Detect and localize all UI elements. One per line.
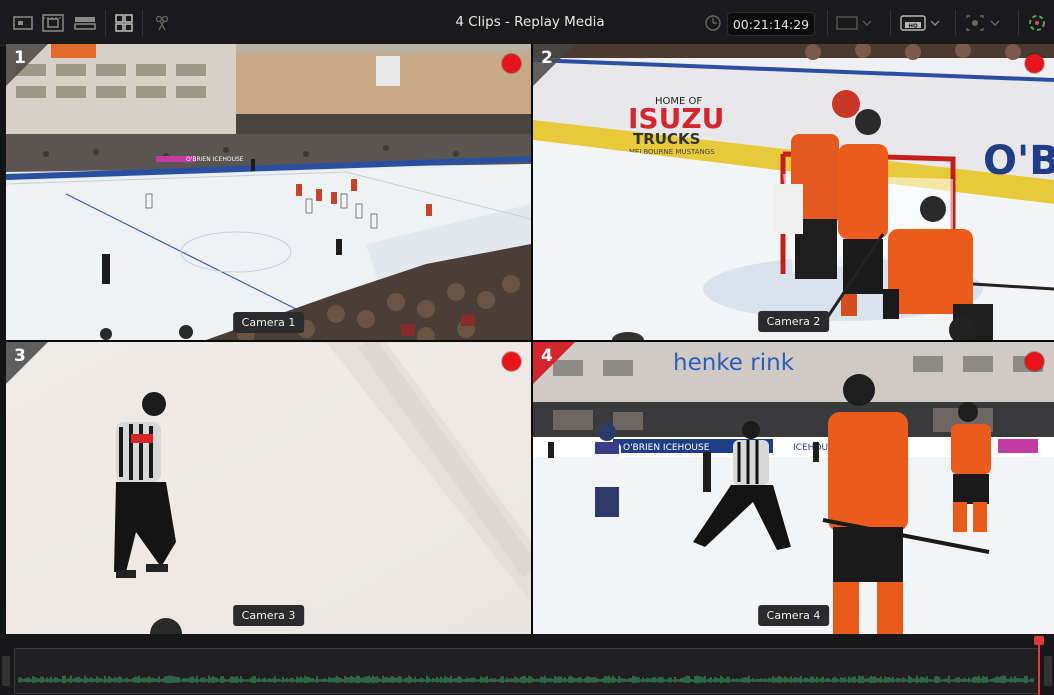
playhead-flag[interactable] xyxy=(1034,636,1044,645)
multiview-icon[interactable] xyxy=(112,10,136,36)
tracker-dropdown[interactable] xyxy=(964,10,1000,36)
separator xyxy=(1018,10,1019,36)
separator xyxy=(142,10,143,36)
record-indicator xyxy=(1025,54,1044,73)
camera-4-feed: henke rink O'BRIEN ICEHOUSE ICEHOUSE xyxy=(533,342,1054,634)
obrien-board-text: O'BRIEN ICEHOUSE xyxy=(186,156,244,163)
timecode-display: 00:21:14:29 xyxy=(727,12,815,36)
camera-label: Camera 3 xyxy=(232,605,305,626)
timeline-scroll-right[interactable] xyxy=(1044,656,1052,686)
camera-tile-1[interactable]: O'BRIEN ICEHOUSE 1 Camera 1 xyxy=(6,44,531,340)
timeline-track[interactable] xyxy=(14,648,1040,694)
separator xyxy=(827,10,828,36)
camera-tile-4[interactable]: henke rink O'BRIEN ICEHOUSE ICEHOUSE xyxy=(533,342,1054,634)
camera-label: Camera 2 xyxy=(757,311,830,332)
tile-number: 1 xyxy=(14,48,26,68)
obrien-sign: O'B xyxy=(983,138,1054,184)
quality-dropdown[interactable]: HQ xyxy=(900,10,940,36)
window-title: 4 Clips - Replay Media xyxy=(455,14,605,30)
chevron-down-icon xyxy=(930,20,940,26)
obrien-board-4: O'BRIEN ICEHOUSE xyxy=(623,443,710,453)
timeline xyxy=(0,634,1054,695)
henke-sign: henke rink xyxy=(673,350,795,376)
quality-label: HQ xyxy=(908,24,918,30)
camera-label: Camera 1 xyxy=(232,312,305,333)
record-indicator xyxy=(502,54,521,73)
camera-label: Camera 4 xyxy=(757,605,830,626)
tile-number: 4 xyxy=(541,346,553,366)
chevron-down-icon xyxy=(990,20,1000,26)
toolbar: 4 Clips - Replay Media 00:21:14:29 HQ xyxy=(0,0,1054,46)
multiview-grid: O'BRIEN ICEHOUSE 1 Camera 1 HOME OF ISUZ… xyxy=(6,44,1054,634)
layout-dropdown[interactable] xyxy=(836,10,872,36)
record-indicator xyxy=(1025,352,1044,371)
trucks-text: TRUCKS xyxy=(633,130,700,148)
chevron-down-icon xyxy=(862,20,872,26)
clip-viewer-icon[interactable] xyxy=(40,10,66,36)
timeline-scroll-left[interactable] xyxy=(2,656,10,686)
record-indicator xyxy=(502,352,521,371)
playhead[interactable] xyxy=(1034,636,1044,695)
tile-corner xyxy=(6,342,48,384)
tile-corner xyxy=(6,44,48,86)
camera-tile-3[interactable]: 3 Camera 3 xyxy=(6,342,531,634)
camera-3-feed xyxy=(6,342,531,634)
media-pool-icon[interactable] xyxy=(10,10,36,36)
cut-icon[interactable] xyxy=(150,10,174,36)
tile-number: 2 xyxy=(541,48,553,68)
separator xyxy=(890,10,891,36)
camera-2-feed: HOME OF ISUZU TRUCKS MELBOURNE MUSTANGS … xyxy=(533,44,1054,340)
tile-number: 3 xyxy=(14,346,26,366)
playhead-line xyxy=(1038,645,1040,695)
camera-tile-2[interactable]: HOME OF ISUZU TRUCKS MELBOURNE MUSTANGS … xyxy=(533,44,1054,340)
separator xyxy=(955,10,956,36)
timeline-icon[interactable] xyxy=(72,10,98,36)
clock-icon xyxy=(702,10,724,36)
separator xyxy=(105,10,106,36)
color-wheel-icon[interactable] xyxy=(1026,10,1048,36)
tile-corner xyxy=(533,342,575,384)
audio-waveform xyxy=(18,675,1034,684)
tile-corner xyxy=(533,44,575,86)
camera-1-feed: O'BRIEN ICEHOUSE xyxy=(6,44,531,340)
